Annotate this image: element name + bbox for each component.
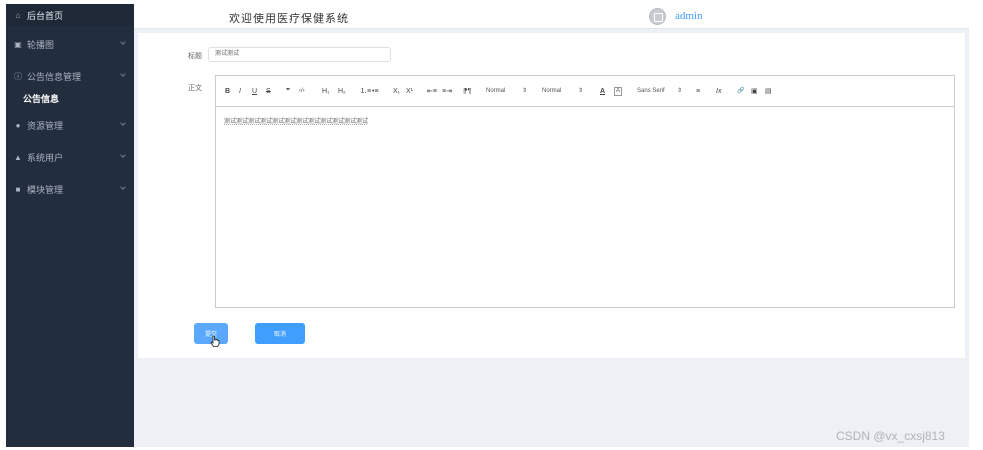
background-color-picker[interactable]: A	[614, 87, 623, 96]
sidebar-item-label: 公告信息	[23, 93, 60, 104]
italic-button[interactable]: I	[239, 87, 241, 96]
page-title: 欢迎使用医疗保健系统	[229, 12, 349, 25]
link-icon[interactable]: 🔗	[737, 87, 744, 96]
body-label: 正文	[188, 85, 202, 92]
sidebar-item-home[interactable]: ⌂ 后台首页	[6, 4, 134, 26]
underline-button[interactable]: U	[252, 87, 257, 96]
caret-icon: ⇕	[522, 88, 528, 94]
indent-button[interactable]: ≡⇥	[442, 87, 452, 96]
subscript-button[interactable]: X₁	[393, 87, 400, 96]
sidebar-item-label: 轮播图	[27, 39, 55, 50]
header-select[interactable]: Normal	[542, 87, 561, 96]
sidebar-item-notice-management[interactable]: ⓘ 公告信息管理	[6, 65, 134, 87]
text-direction-button[interactable]: ⁋¶	[463, 87, 471, 96]
sidebar-item-modules[interactable]: ■ 模块管理	[6, 178, 134, 200]
chevron-down-icon	[120, 152, 126, 158]
sidebar-item-label: 后台首页	[27, 10, 64, 21]
image-icon: ▣	[14, 39, 22, 49]
sidebar-item-system-users[interactable]: ▲ 系统用户	[6, 146, 134, 168]
sidebar-subitem-notice[interactable]: 公告信息	[6, 87, 134, 109]
rich-text-editor: B I U S ❞ ‹/› H₁ H₂ ⒈≡ •≡ X₁ X¹ ⇤≡ ≡⇥ ⁋¶…	[215, 75, 955, 308]
editor-content[interactable]: 测试测试测试测试测试测试测试测试测试测试测试测试	[224, 116, 368, 125]
chevron-down-icon	[120, 39, 126, 45]
caret-icon: ⇕	[578, 88, 584, 94]
clean-format-button[interactable]: Ix	[716, 87, 721, 96]
username-link[interactable]: admin	[675, 10, 703, 22]
sidebar-item-label: 资源管理	[27, 120, 64, 131]
top-header: 欢迎使用医疗保健系统 admin	[134, 4, 969, 29]
header-2-button[interactable]: H₂	[338, 87, 346, 96]
superscript-button[interactable]: X¹	[406, 87, 413, 96]
info-icon: ⓘ	[14, 71, 22, 81]
home-icon: ⌂	[15, 10, 21, 20]
title-label: 标题	[188, 53, 202, 60]
cancel-button[interactable]: 取消	[255, 323, 305, 344]
notice-form: 标题 测试测试 正文 B I U S ❞ ‹/› H₁ H₂ ⒈≡ •≡ X₁ …	[138, 33, 965, 358]
chevron-down-icon	[120, 120, 126, 126]
video-icon[interactable]: ▤	[765, 87, 772, 96]
sidebar-item-label: 模块管理	[27, 184, 64, 195]
caret-icon: ⇕	[677, 88, 683, 94]
image-icon[interactable]: ▣	[751, 87, 758, 96]
location-icon: ●	[15, 120, 21, 130]
code-block-button[interactable]: ‹/›	[299, 87, 305, 96]
sidebar: ⌂ 后台首页 ▣ 轮播图 ⓘ 公告信息管理 公告信息 ● 资源管理 ▲ 系统用户…	[6, 4, 134, 447]
header-1-button[interactable]: H₁	[322, 87, 329, 96]
size-select[interactable]: Normal	[486, 87, 505, 96]
font-color-picker[interactable]: A	[600, 87, 605, 96]
user-icon: ▲	[14, 152, 22, 162]
sidebar-item-label: 系统用户	[27, 152, 64, 163]
sidebar-item-carousel[interactable]: ▣ 轮播图	[6, 33, 134, 55]
sidebar-item-label: 公告信息管理	[27, 71, 82, 82]
watermark: CSDN @vx_cxsj813	[836, 429, 945, 443]
outdent-button[interactable]: ⇤≡	[427, 87, 437, 96]
bullet-list-button[interactable]: •≡	[372, 87, 379, 96]
strike-button[interactable]: S	[266, 87, 271, 96]
bold-button[interactable]: B	[225, 87, 230, 96]
blockquote-button[interactable]: ❞	[286, 87, 290, 96]
editor-toolbar: B I U S ❞ ‹/› H₁ H₂ ⒈≡ •≡ X₁ X¹ ⇤≡ ≡⇥ ⁋¶…	[216, 76, 954, 107]
ordered-list-button[interactable]: ⒈≡	[360, 87, 371, 96]
hand-cursor-icon	[210, 335, 220, 347]
chevron-down-icon	[120, 71, 126, 77]
app-frame: ⌂ 后台首页 ▣ 轮播图 ⓘ 公告信息管理 公告信息 ● 资源管理 ▲ 系统用户…	[6, 4, 969, 447]
align-select[interactable]: ≡	[696, 87, 700, 96]
sidebar-item-resources[interactable]: ● 资源管理	[6, 114, 134, 136]
font-select[interactable]: Sans Serif	[637, 87, 665, 96]
title-input[interactable]: 测试测试	[208, 47, 391, 62]
grid-icon: ■	[15, 184, 21, 194]
chevron-down-icon	[120, 184, 126, 190]
avatar[interactable]	[649, 8, 666, 25]
